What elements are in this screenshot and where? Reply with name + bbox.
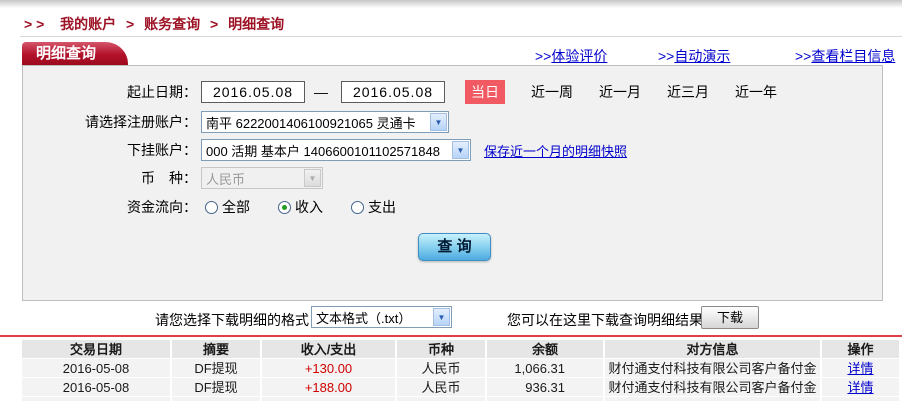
table-row: 2016-05-08 DF提现 +130.00 人民币 1,066.31 财付通… (22, 359, 899, 378)
breadcrumb-separator: > (126, 16, 135, 32)
tab-title: 明细查询 (36, 45, 97, 62)
cell-currency: 人民币 (397, 378, 487, 396)
top-gradient-strip (0, 0, 902, 8)
breadcrumb-item-detail-query[interactable]: 明细查询 (228, 16, 284, 32)
date-range-label: 起止日期： (127, 84, 197, 100)
breadcrumb-item-account-query[interactable]: 账务查询 (144, 16, 200, 32)
divider-line (20, 36, 902, 37)
cell-balance: 936.31 (487, 378, 605, 396)
breadcrumb-separator: > (210, 16, 219, 32)
today-filter-button[interactable]: 当日 (465, 80, 505, 104)
detail-link[interactable]: 详情 (847, 361, 873, 376)
download-button[interactable]: 下载 (701, 306, 759, 329)
flow-option-income[interactable]: 收入 (278, 197, 323, 217)
header-date: 交易日期 (22, 340, 172, 358)
cell-action: 详情 (822, 359, 899, 377)
breadcrumb-prefix: > > (24, 16, 45, 32)
sub-account-label: 下挂账户： (127, 142, 197, 158)
flow-direction-row: 资金流向： 全部 收入 支出 (23, 196, 396, 218)
flow-option-expense[interactable]: 支出 (351, 197, 396, 217)
currency-label: 币 种： (141, 170, 197, 186)
breadcrumb-item-my-account[interactable]: 我的账户 (60, 16, 116, 32)
query-form-panel: 起止日期： — 当日 近一周 近一月 近三月 近一年 请选择注册账户： 南平 6… (22, 65, 883, 301)
cell-action: 详情 (822, 378, 899, 396)
cell-amount: +188.00 (262, 378, 397, 396)
link-auto-demo[interactable]: >>自动演示 (658, 46, 730, 66)
table-row: 2016-05-08 DF提现 +188.00 人民币 936.31 财付通支付… (22, 378, 899, 397)
header-counterparty: 对方信息 (605, 340, 822, 358)
radio-unchecked-icon[interactable] (205, 200, 218, 214)
last-month-filter[interactable]: 近一月 (599, 82, 641, 102)
radio-checked-icon[interactable] (278, 200, 291, 214)
transactions-table: 交易日期 摘要 收入/支出 币种 余额 对方信息 操作 2016-05-08 D… (22, 340, 899, 401)
download-format-label: 请您选择下载明细的格式 (155, 312, 309, 328)
cell-counterparty: 财付通支付科技有限公司客户备付金 (605, 359, 822, 377)
flow-option-all[interactable]: 全部 (205, 197, 250, 217)
sub-account-select[interactable]: 000 活期 基本户 1406600101102571848 ▼ (201, 139, 471, 161)
register-account-label: 请选择注册账户： (85, 114, 197, 130)
end-date-input[interactable] (341, 81, 445, 103)
chevron-down-icon[interactable]: ▼ (452, 141, 469, 159)
flow-direction-label: 资金流向： (127, 199, 197, 215)
last-week-filter[interactable]: 近一周 (531, 82, 573, 102)
download-format-select[interactable]: 文本格式（.txt） ▼ (311, 306, 452, 328)
query-button[interactable]: 查 询 (418, 233, 491, 261)
table-row-partial (22, 397, 899, 401)
currency-select-disabled: 人民币 ▼ (201, 167, 323, 189)
sub-account-row: 下挂账户： 000 活期 基本户 1406600101102571848 ▼ 保… (23, 139, 627, 161)
register-account-row: 请选择注册账户： 南平 6222001406100921065 灵通卡 ▼ (23, 111, 449, 133)
header-amount: 收入/支出 (262, 340, 397, 358)
chevron-down-icon[interactable]: ▼ (433, 308, 450, 326)
save-snapshot-link[interactable]: 保存近一个月的明细快照 (484, 141, 627, 160)
download-hint-text: 您可以在这里下载查询明细结果 (507, 312, 703, 328)
red-separator-line (0, 335, 902, 337)
last-quarter-filter[interactable]: 近三月 (667, 82, 709, 102)
start-date-input[interactable] (201, 81, 305, 103)
link-column-info[interactable]: >>查看栏目信息 (795, 46, 895, 66)
header-balance: 余额 (487, 340, 605, 358)
link-experience-rating[interactable]: >>体验评价 (535, 46, 607, 66)
radio-unchecked-icon[interactable] (351, 200, 364, 214)
last-year-filter[interactable]: 近一年 (735, 82, 777, 102)
detail-link[interactable]: 详情 (847, 380, 873, 395)
cell-currency: 人民币 (397, 359, 487, 377)
chevron-down-icon[interactable]: ▼ (430, 113, 447, 131)
page: > > 我的账户 > 账务查询 > 明细查询 明细查询 >>体验评价 >>自动演… (0, 0, 902, 401)
date-range-row: 起止日期： — 当日 近一周 近一月 近三月 近一年 (23, 80, 777, 104)
chevron-down-icon: ▼ (304, 169, 321, 187)
header-action: 操作 (847, 342, 874, 357)
cell-date: 2016-05-08 (22, 378, 172, 396)
cell-amount: +130.00 (262, 359, 397, 377)
header-currency: 币种 (397, 340, 487, 358)
register-account-select[interactable]: 南平 6222001406100921065 灵通卡 ▼ (201, 111, 449, 133)
cell-summary: DF提现 (172, 359, 262, 377)
currency-row: 币 种： 人民币 ▼ (23, 167, 323, 189)
header-summary: 摘要 (172, 340, 262, 358)
date-dash: — (314, 84, 328, 100)
tab-detail-query[interactable]: 明细查询 (22, 42, 129, 65)
breadcrumb: > > 我的账户 > 账务查询 > 明细查询 (24, 14, 284, 34)
cell-summary: DF提现 (172, 378, 262, 396)
cell-date: 2016-05-08 (22, 359, 172, 377)
cell-balance: 1,066.31 (487, 359, 605, 377)
cell-counterparty: 财付通支付科技有限公司客户备付金 (605, 378, 822, 396)
table-header-row: 交易日期 摘要 收入/支出 币种 余额 对方信息 操作 (22, 340, 899, 359)
